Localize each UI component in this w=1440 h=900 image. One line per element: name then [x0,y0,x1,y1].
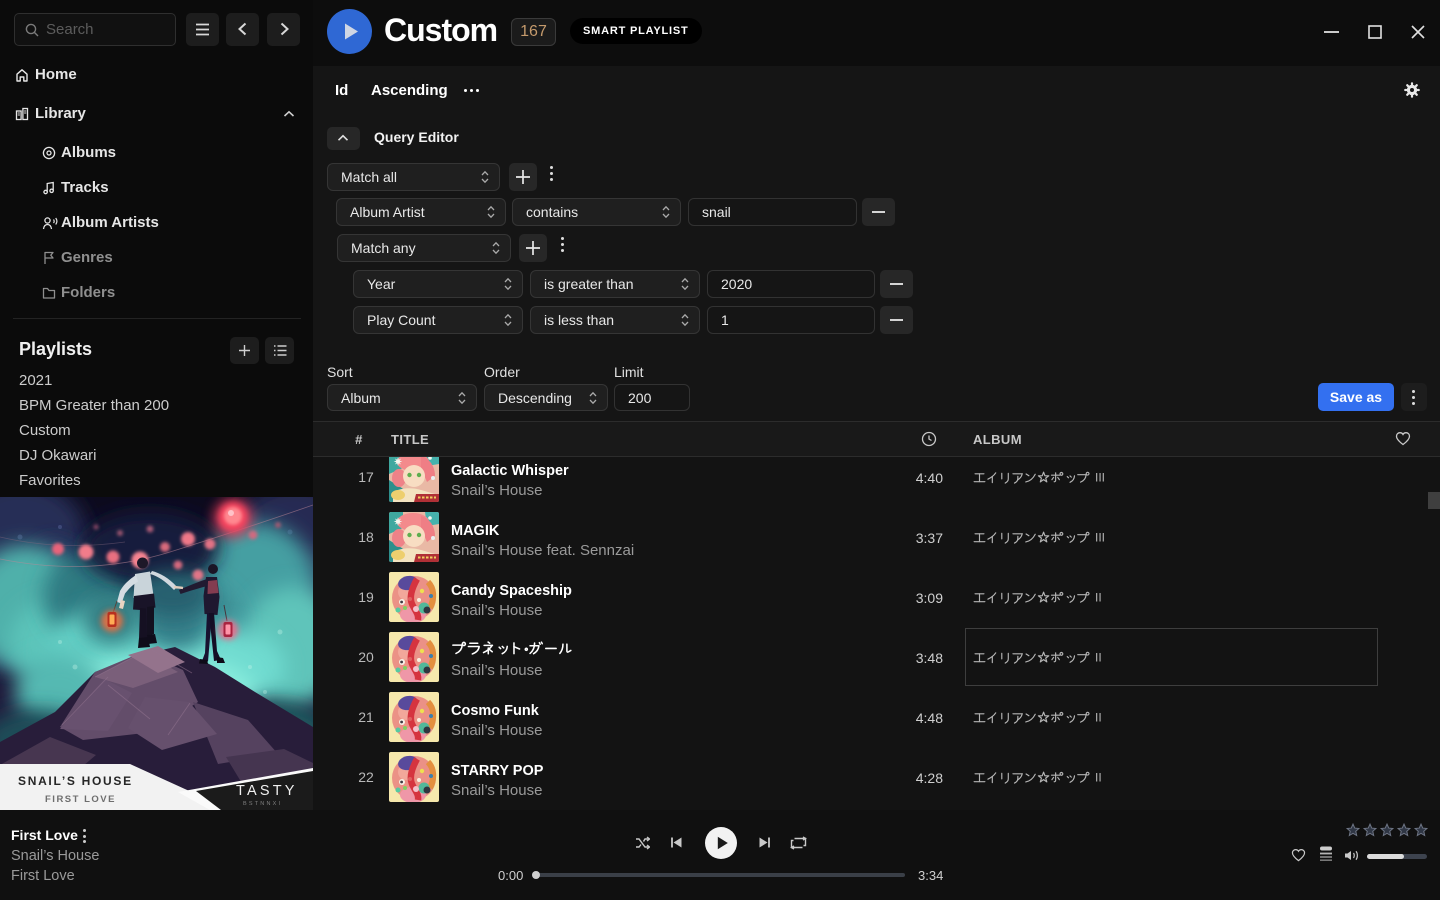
svg-text:II: II [1095,651,1102,665]
svg-text:II: II [1095,711,1102,725]
svg-text:FIRST LOVE: FIRST LOVE [45,794,116,805]
svg-text:TASTY: TASTY [236,783,298,799]
svg-text:II: II [1095,591,1102,605]
svg-text:SNAIL’S HOUSE: SNAIL’S HOUSE [18,774,133,788]
svg-text:III: III [1095,471,1105,485]
svg-text:BSTNNXI: BSTNNXI [243,801,282,807]
svg-text:III: III [1095,531,1105,545]
svg-text:II: II [1095,771,1102,785]
